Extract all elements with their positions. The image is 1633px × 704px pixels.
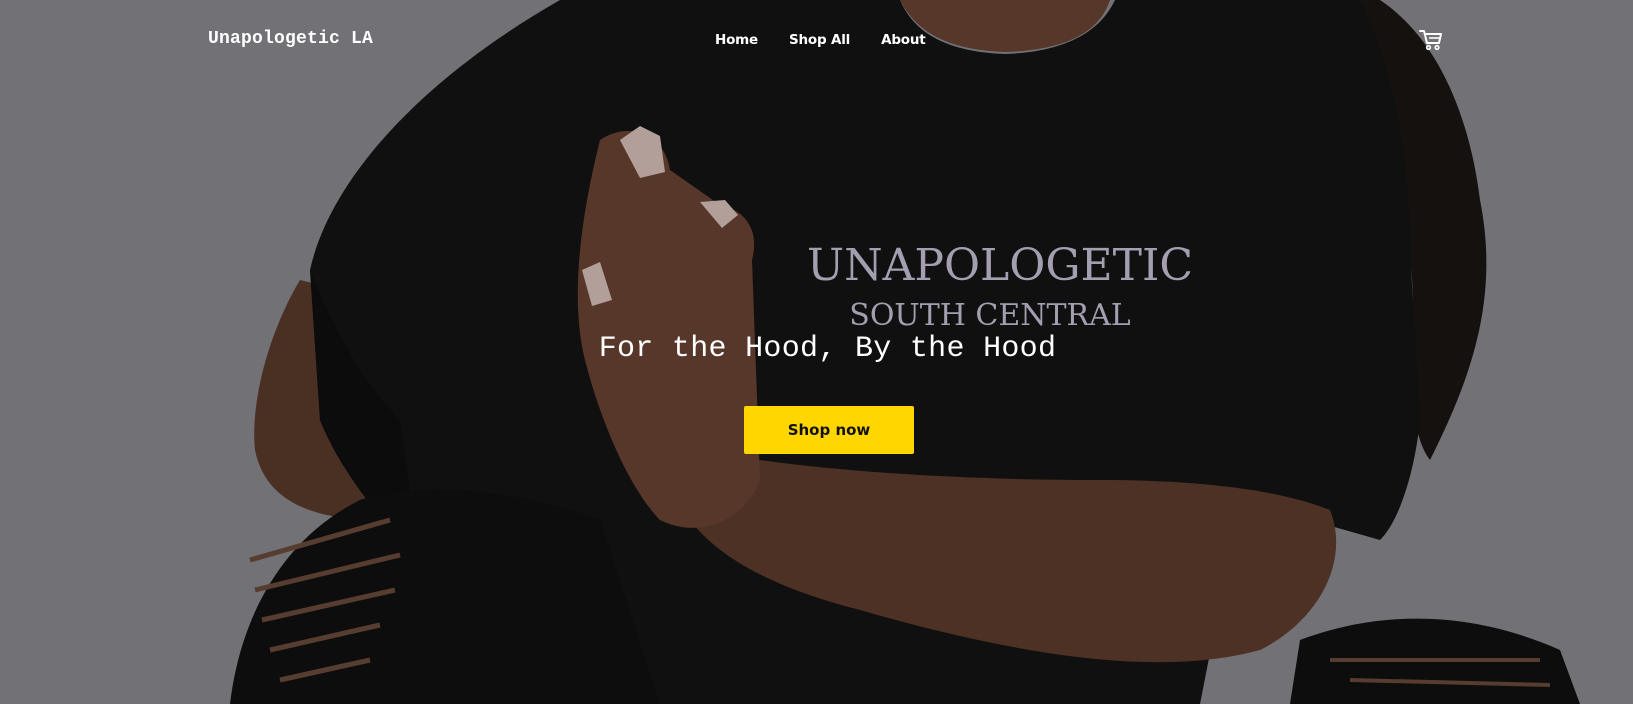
cart-button[interactable] [1418, 28, 1444, 52]
nav-home[interactable]: Home [715, 32, 758, 48]
hero-section: UNAPOLOGETIC SOUTH CENTRAL Unapologetic … [0, 0, 1633, 704]
hero-title: For the Hood, By the Hood [598, 332, 1057, 366]
site-header: Unapologetic LA Home Shop All About [0, 0, 1633, 80]
shop-now-button[interactable]: Shop now [744, 406, 914, 454]
main-nav: Home Shop All About [715, 32, 957, 48]
nav-shop-all[interactable]: Shop All [789, 32, 850, 48]
shopping-cart-icon [1419, 30, 1442, 51]
brand-logo-link[interactable]: Unapologetic LA [208, 29, 373, 49]
nav-about[interactable]: About [881, 32, 926, 48]
